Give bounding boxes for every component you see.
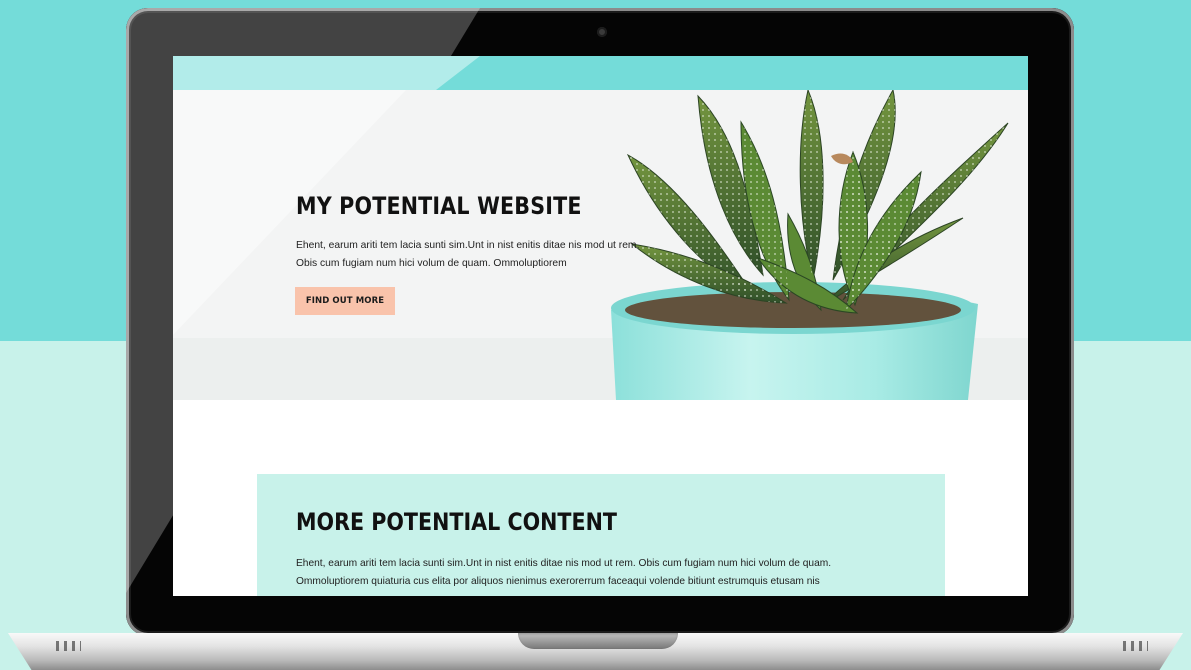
site-header — [173, 56, 1028, 90]
left-vent-icon — [56, 641, 81, 651]
find-out-more-button[interactable]: FIND OUT MORE — [295, 287, 395, 315]
hero-section: MY POTENTIAL WEBSITE Ehent, earum ariti … — [173, 90, 1028, 400]
hero-description: Ehent, earum ariti tem lacia sunti sim.U… — [296, 240, 640, 269]
camera-icon — [597, 27, 607, 37]
laptop-hinge-notch — [518, 633, 678, 649]
more-content-section: MORE POTENTIAL CONTENT Ehent, earum arit… — [257, 474, 945, 596]
content-title: MORE POTENTIAL CONTENT — [296, 508, 617, 536]
laptop-mockup-stage: MY POTENTIAL WEBSITE Ehent, earum ariti … — [0, 0, 1191, 670]
content-description: Ehent, earum ariti tem lacia sunti sim.U… — [296, 558, 832, 587]
hero-title: MY POTENTIAL WEBSITE — [296, 192, 582, 220]
right-vent-icon — [1123, 641, 1148, 651]
website-screen: MY POTENTIAL WEBSITE Ehent, earum ariti … — [173, 56, 1028, 596]
header-glare — [173, 56, 480, 90]
